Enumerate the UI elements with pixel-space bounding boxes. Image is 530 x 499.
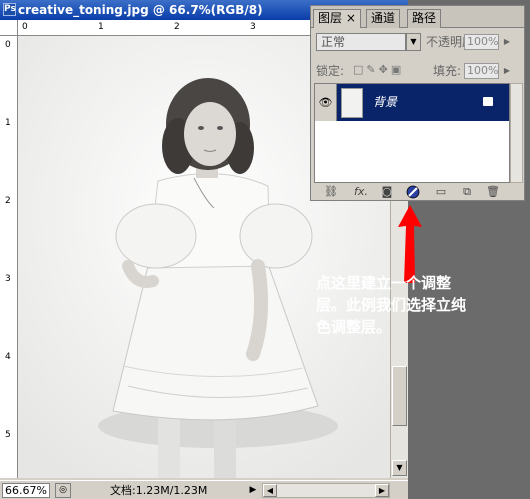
- scroll-left-arrow-icon[interactable]: ◀: [263, 484, 277, 497]
- fill-arrow-icon[interactable]: ▶: [501, 63, 513, 79]
- tab-paths[interactable]: 路径: [407, 9, 442, 28]
- trash-icon[interactable]: 🗑: [485, 184, 501, 200]
- ruler-tick-label: 1: [5, 118, 11, 128]
- document-title: creative_toning.jpg @ 66.7%(RGB/8): [18, 3, 263, 17]
- opacity-arrow-icon[interactable]: ▶: [501, 34, 513, 50]
- layers-panel: 图层 × 通道 路径 正常 ▼ 不透明度: 100% ▶ 锁定: □✎✥▣ 填充…: [310, 5, 525, 201]
- layer-name[interactable]: 背景: [373, 84, 397, 121]
- ruler-tick-label: 0: [5, 40, 11, 50]
- new-layer-icon[interactable]: ⧉: [459, 184, 475, 200]
- fx-icon[interactable]: fx.: [351, 184, 371, 200]
- layer-lock-icon: [483, 97, 493, 106]
- document-size-info: 文档:1.23M/1.23M: [110, 484, 208, 497]
- lock-options-icons[interactable]: □✎✥▣: [353, 63, 404, 76]
- ruler-tick-label: 0: [22, 22, 28, 32]
- layer-row-background[interactable]: 👁 背景: [315, 84, 509, 121]
- annotation-line: 点这里建立一个调整: [316, 274, 452, 292]
- fill-input[interactable]: 100%: [464, 63, 499, 79]
- lock-label: 锁定:: [316, 64, 345, 78]
- adjustment-layer-icon[interactable]: [404, 184, 422, 200]
- fill-label: 填充:: [433, 64, 462, 78]
- link-icon[interactable]: ⛓: [321, 184, 341, 200]
- status-menu-icon[interactable]: ◎: [55, 483, 71, 498]
- ruler-tick-label: 5: [5, 430, 11, 440]
- zoom-input[interactable]: 66.67%: [2, 483, 50, 498]
- annotation-line: 层。此例我们选择立纯: [316, 296, 467, 314]
- layer-list: 👁 背景: [314, 83, 510, 183]
- ruler-tick-label: 1: [98, 22, 104, 32]
- vertical-scroll-thumb[interactable]: [392, 366, 407, 426]
- tab-layers[interactable]: 图层 ×: [313, 9, 361, 28]
- annotation-line: 色调整层。: [316, 318, 392, 336]
- eye-visibility-icon[interactable]: 👁: [315, 84, 337, 121]
- folder-icon[interactable]: ▭: [433, 184, 449, 200]
- ruler-left[interactable]: 0 1 2 3 4 5: [0, 36, 18, 478]
- horizontal-scrollbar[interactable]: ◀ ▶: [262, 483, 390, 498]
- layer-thumbnail: [341, 88, 363, 118]
- scroll-right-arrow-icon[interactable]: ▶: [375, 484, 389, 497]
- mask-icon[interactable]: ◙: [379, 184, 395, 200]
- chevron-down-icon[interactable]: ▼: [406, 33, 421, 51]
- panel-tabs: 图层 × 通道 路径: [311, 6, 524, 28]
- status-bar: 66.67% ◎ 文档:1.23M/1.23M ▶ ◀ ▶: [0, 480, 408, 499]
- scroll-down-arrow-icon[interactable]: ▼: [392, 460, 407, 476]
- ruler-tick-label: 4: [5, 352, 11, 362]
- blend-mode-select[interactable]: 正常: [316, 33, 406, 51]
- ruler-corner[interactable]: [0, 20, 18, 36]
- status-arrow-icon[interactable]: ▶: [247, 483, 259, 498]
- tab-channels[interactable]: 通道: [366, 9, 401, 28]
- ruler-tick-label: 2: [5, 196, 11, 206]
- ruler-tick-label: 3: [5, 274, 11, 284]
- ruler-tick-label: 2: [174, 22, 180, 32]
- opacity-input[interactable]: 100%: [464, 34, 499, 50]
- ruler-tick-label: 3: [250, 22, 256, 32]
- photoshop-doc-icon: Ps: [3, 3, 16, 16]
- annotation-note: 点这里建立一个调整 层。此例我们选择立纯 色调整层。: [316, 272, 526, 338]
- panel-scrollbar[interactable]: [510, 83, 523, 183]
- panel-bottom-toolbar: ⛓ fx. ◙ ▭ ⧉ 🗑: [311, 184, 524, 200]
